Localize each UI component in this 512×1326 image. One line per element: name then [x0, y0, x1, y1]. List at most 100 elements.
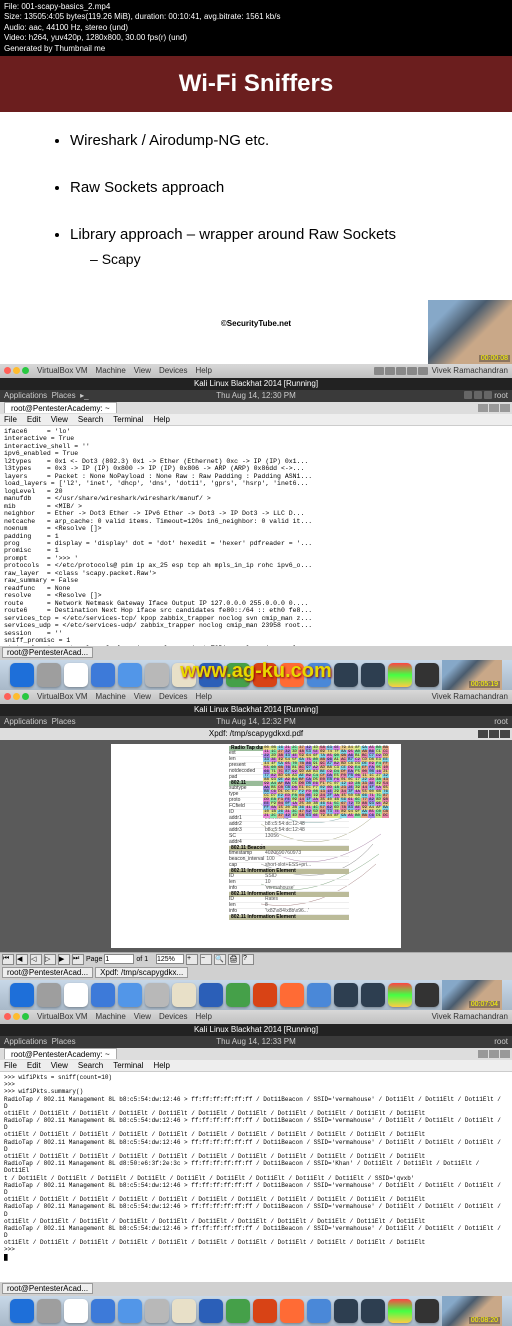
menu-view[interactable]: View — [134, 1012, 151, 1021]
app-icon[interactable] — [37, 663, 61, 687]
mail-icon[interactable] — [91, 983, 115, 1007]
appstore-icon[interactable] — [118, 1299, 142, 1323]
powerpoint-icon[interactable] — [253, 663, 277, 687]
gnome-applications[interactable]: Applications — [4, 717, 47, 726]
settings-icon[interactable] — [145, 1299, 169, 1323]
gnome-taskbar[interactable]: root@PentesterAcad... Xpdf: /tmp/scapygd… — [0, 966, 512, 980]
minimize-icon[interactable] — [13, 1013, 20, 1020]
menu-devices[interactable]: Devices — [159, 366, 187, 375]
minimize-icon[interactable] — [13, 367, 20, 374]
zoom-input[interactable] — [156, 954, 184, 964]
menu-help[interactable]: Help — [195, 366, 211, 375]
app-icon[interactable] — [172, 983, 196, 1007]
firefox-icon[interactable] — [280, 1299, 304, 1323]
close-icon[interactable] — [4, 693, 11, 700]
word-icon[interactable] — [199, 1299, 223, 1323]
max-icon[interactable] — [489, 730, 499, 738]
user-name[interactable]: Vivek Ramachandran — [432, 692, 508, 701]
max-icon[interactable] — [489, 1050, 499, 1058]
min-icon[interactable] — [478, 1050, 488, 1058]
first-page-icon[interactable]: ⏮ — [2, 954, 14, 965]
menu-view[interactable]: View — [51, 1061, 68, 1070]
status-icon[interactable] — [396, 367, 406, 375]
gnome-taskbar[interactable]: root@PentesterAcad... — [0, 1282, 512, 1296]
chrome-icon[interactable] — [388, 983, 412, 1007]
page-input[interactable] — [104, 954, 134, 964]
max-icon[interactable] — [489, 404, 499, 412]
gnome-taskbar[interactable]: root@PentesterAcad... — [0, 646, 512, 660]
maximize-icon[interactable] — [22, 693, 29, 700]
taskbar-terminal[interactable]: root@PentesterAcad... — [2, 967, 93, 978]
menu-search[interactable]: Search — [78, 415, 103, 424]
zoom-out-icon[interactable]: − — [200, 954, 212, 965]
settings-icon[interactable] — [145, 983, 169, 1007]
macos-dock[interactable]: 00:05:19 — [0, 660, 512, 690]
find-icon[interactable]: 🔍 — [214, 954, 226, 965]
chrome-icon[interactable] — [388, 1299, 412, 1323]
gnome-panel[interactable]: Applications Places ▸_ Thu Aug 14, 12:30… — [0, 390, 512, 402]
gnome-panel[interactable]: Applications Places Thu Aug 14, 12:33 PM… — [0, 1036, 512, 1048]
word-icon[interactable] — [199, 983, 223, 1007]
menu-view[interactable]: View — [134, 366, 151, 375]
virtualbox-menubar[interactable]: VirtualBox VM Machine View Devices Help … — [0, 364, 512, 378]
firefox-icon[interactable] — [280, 663, 304, 687]
chrome-icon[interactable] — [388, 663, 412, 687]
finder-icon[interactable] — [10, 663, 34, 687]
close-icon[interactable] — [500, 1050, 510, 1058]
app-icon[interactable] — [307, 1299, 331, 1323]
terminal-icon[interactable] — [415, 983, 439, 1007]
finder-icon[interactable] — [10, 983, 34, 1007]
gnome-places[interactable]: Places — [52, 391, 76, 400]
terminal-tab[interactable]: root@PentesterAcademy: ~ — [4, 1048, 117, 1059]
xpdf-viewport[interactable]: Radio Tap dummyextlen26presentTSFT+Flags… — [0, 740, 512, 952]
print-icon[interactable]: 🖨 — [228, 954, 240, 965]
menu-edit[interactable]: Edit — [27, 1061, 41, 1070]
menu-edit[interactable]: Edit — [27, 415, 41, 424]
close-icon[interactable] — [500, 404, 510, 412]
clock[interactable]: Thu Aug 14, 12:33 PM — [216, 1037, 296, 1046]
menu-search[interactable]: Search — [78, 1061, 103, 1070]
menu-machine[interactable]: Machine — [96, 1012, 126, 1021]
app-icon[interactable] — [307, 663, 331, 687]
status-icon[interactable] — [374, 367, 384, 375]
menu-terminal[interactable]: Terminal — [113, 415, 143, 424]
zoom-in-icon[interactable]: + — [186, 954, 198, 965]
maximize-icon[interactable] — [22, 1013, 29, 1020]
close-icon[interactable] — [4, 1013, 11, 1020]
status-icon[interactable] — [385, 367, 395, 375]
taskbar-terminal[interactable]: root@PentesterAcad... — [2, 1283, 93, 1294]
macos-dock[interactable]: 00:08:20 — [0, 1296, 512, 1326]
terminal-output[interactable]: iface6 = 'lo' interactive = True interac… — [0, 426, 512, 646]
terminal-output[interactable]: >>> wifiPkts = sniff(count=10) >>> >>> w… — [0, 1072, 512, 1282]
clock[interactable]: Thu Aug 14, 12:32 PM — [216, 717, 296, 726]
user-name[interactable]: Vivek Ramachandran — [432, 1012, 508, 1021]
battery-icon[interactable] — [484, 391, 492, 399]
menu-machine[interactable]: Machine — [96, 366, 126, 375]
safari-icon[interactable] — [64, 1299, 88, 1323]
close-icon[interactable] — [500, 730, 510, 738]
menu-devices[interactable]: Devices — [159, 692, 187, 701]
gnome-applications[interactable]: Applications — [4, 1037, 47, 1046]
terminal-icon[interactable] — [415, 663, 439, 687]
next-icon[interactable]: ▷ — [44, 954, 56, 965]
powerpoint-icon[interactable] — [253, 983, 277, 1007]
last-page-icon[interactable]: ⏭ — [72, 954, 84, 965]
taskbar-xpdf[interactable]: Xpdf: /tmp/scapygdkx... — [95, 967, 188, 978]
gnome-places[interactable]: Places — [52, 1037, 76, 1046]
close-icon[interactable] — [4, 367, 11, 374]
appstore-icon[interactable] — [118, 663, 142, 687]
virtualbox-icon[interactable] — [334, 983, 358, 1007]
virtualbox-menubar[interactable]: VirtualBox VM Machine View Devices Help … — [0, 1010, 512, 1024]
prev-icon[interactable]: ◁ — [30, 954, 42, 965]
finder-icon[interactable] — [10, 1299, 34, 1323]
app-icon[interactable] — [172, 663, 196, 687]
menu-devices[interactable]: Devices — [159, 1012, 187, 1021]
app-icon[interactable] — [307, 983, 331, 1007]
appstore-icon[interactable] — [118, 983, 142, 1007]
menubar-status-icons[interactable] — [374, 367, 428, 375]
menu-help[interactable]: Help — [153, 415, 169, 424]
gnome-panel[interactable]: Applications Places Thu Aug 14, 12:32 PM… — [0, 716, 512, 728]
menu-file[interactable]: File — [4, 1061, 17, 1070]
gnome-user[interactable]: root — [494, 391, 508, 400]
min-icon[interactable] — [478, 404, 488, 412]
